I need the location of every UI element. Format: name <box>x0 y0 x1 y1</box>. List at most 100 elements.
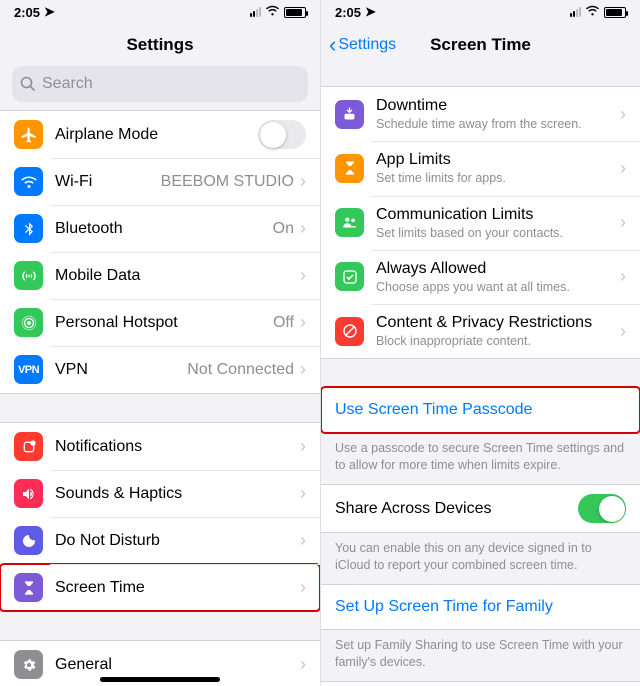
row-title: Always Allowed <box>376 259 620 279</box>
chevron-right-icon: › <box>300 265 306 286</box>
row-title: VPN <box>55 360 187 380</box>
page-title: Screen Time <box>430 35 531 55</box>
share-across-devices-row[interactable]: Share Across Devices <box>321 485 640 532</box>
battery-icon <box>604 7 626 18</box>
row-title: Share Across Devices <box>335 499 578 519</box>
row-title: Content & Privacy Restrictions <box>376 313 620 333</box>
dnd-icon <box>14 526 43 555</box>
mobile-data-row[interactable]: Mobile Data › <box>0 252 320 299</box>
search-icon <box>20 76 36 92</box>
wifi-status-icon <box>585 5 600 19</box>
share-footer: You can enable this on any device signed… <box>321 533 640 584</box>
toggle[interactable] <box>258 120 306 149</box>
personal-hotspot-row[interactable]: Personal HotspotOff› <box>0 299 320 346</box>
passcode-footer: Use a passcode to secure Screen Time set… <box>321 433 640 484</box>
row-subtitle: Schedule time away from the screen. <box>376 116 620 132</box>
status-time: 2:05 <box>14 5 40 20</box>
sounds-haptics-row[interactable]: Sounds & Haptics› <box>0 470 320 517</box>
row-subtitle: Set limits based on your contacts. <box>376 225 620 241</box>
share-toggle[interactable] <box>578 494 626 523</box>
app-limits-row[interactable]: App LimitsSet time limits for apps.› <box>321 141 640 195</box>
cellular-icon <box>570 7 581 17</box>
airplane-icon <box>14 120 43 149</box>
screentime-icon <box>14 573 43 602</box>
status-bar: 2:05 ➤ <box>0 0 320 24</box>
row-title: General <box>55 655 300 675</box>
row-value: Not Connected <box>187 361 294 379</box>
status-time: 2:05 <box>335 5 361 20</box>
chevron-right-icon: › <box>300 436 306 457</box>
chevron-right-icon: › <box>620 321 626 342</box>
chevron-right-icon: › <box>300 218 306 239</box>
bluetooth-icon <box>14 214 43 243</box>
restrict-icon <box>335 317 364 346</box>
settings-screen: 2:05 ➤ Settings Search Airplane Mode Wi-Fi… <box>0 0 320 686</box>
bluetooth-row[interactable]: BluetoothOn› <box>0 205 320 252</box>
chevron-right-icon: › <box>620 212 626 233</box>
screen-time-screen: 2:05 ➤ ‹ Settings Screen Time DowntimeSch… <box>320 0 640 686</box>
downtime-icon <box>335 100 364 129</box>
family-footer: Set up Family Sharing to use Screen Time… <box>321 630 640 681</box>
vpn-row[interactable]: VPNVPNNot Connected› <box>0 346 320 393</box>
battery-icon <box>284 7 306 18</box>
row-title: Use Screen Time Passcode <box>335 400 626 420</box>
row-title: Airplane Mode <box>55 125 258 145</box>
chevron-right-icon: › <box>300 654 306 675</box>
row-subtitle: Set time limits for apps. <box>376 170 620 186</box>
cellular-icon <box>250 7 261 17</box>
use-screen-time-passcode-button[interactable]: Use Screen Time Passcode <box>321 388 640 432</box>
communication-limits-row[interactable]: Communication LimitsSet limits based on … <box>321 196 640 250</box>
sounds-icon <box>14 479 43 508</box>
do-not-disturb-row[interactable]: Do Not Disturb› <box>0 517 320 564</box>
search-input[interactable]: Search <box>12 66 308 102</box>
row-title: Screen Time <box>55 578 300 598</box>
search-placeholder: Search <box>42 75 93 93</box>
wifi-icon <box>14 167 43 196</box>
notifications-row[interactable]: Notifications› <box>0 423 320 470</box>
setup-family-button[interactable]: Set Up Screen Time for Family <box>321 585 640 629</box>
commlimits-icon <box>335 208 364 237</box>
location-icon: ➤ <box>365 4 376 20</box>
home-indicator[interactable] <box>100 677 220 682</box>
row-title: Wi-Fi <box>55 172 161 192</box>
use-passcode-row-group: Use Screen Time Passcode <box>321 387 640 433</box>
content-privacy-restrictions-row[interactable]: Content & Privacy RestrictionsBlock inap… <box>321 304 640 358</box>
antenna-icon <box>14 261 43 290</box>
row-title: Sounds & Haptics <box>55 484 300 504</box>
row-title: Notifications <box>55 437 300 457</box>
hotspot-icon <box>14 308 43 337</box>
row-title: Set Up Screen Time for Family <box>335 597 626 617</box>
screen-time-row[interactable]: Screen Time› <box>0 564 320 611</box>
wifi-status-icon <box>265 5 280 19</box>
row-subtitle: Choose apps you want at all times. <box>376 279 620 295</box>
page-title: Settings <box>126 35 193 55</box>
row-title: Personal Hotspot <box>55 313 273 333</box>
row-title: Do Not Disturb <box>55 531 300 551</box>
chevron-right-icon: › <box>300 577 306 598</box>
row-title: Mobile Data <box>55 266 294 286</box>
chevron-right-icon: › <box>300 483 306 504</box>
row-title: Downtime <box>376 96 620 116</box>
row-subtitle: Block inappropriate content. <box>376 333 620 349</box>
general-icon <box>14 650 43 679</box>
chevron-left-icon: ‹ <box>329 34 336 56</box>
airplane-mode-row[interactable]: Airplane Mode <box>0 111 320 158</box>
chevron-right-icon: › <box>620 158 626 179</box>
nav-bar: Settings <box>0 24 320 66</box>
chevron-right-icon: › <box>300 171 306 192</box>
always-allowed-row[interactable]: Always AllowedChoose apps you want at al… <box>321 250 640 304</box>
back-button[interactable]: ‹ Settings <box>329 34 396 56</box>
wi-fi-row[interactable]: Wi-FiBEEBOM STUDIO› <box>0 158 320 205</box>
chevron-right-icon: › <box>620 266 626 287</box>
turn-off-screen-time-button[interactable]: Turn Off Screen Time <box>321 682 640 686</box>
chevron-right-icon: › <box>300 530 306 551</box>
location-icon: ➤ <box>44 4 55 20</box>
vpn-icon: VPN <box>14 355 43 384</box>
row-value: On <box>273 220 294 238</box>
chevron-right-icon: › <box>300 359 306 380</box>
status-bar: 2:05 ➤ <box>321 0 640 24</box>
downtime-row[interactable]: DowntimeSchedule time away from the scre… <box>321 87 640 141</box>
notifications-icon <box>14 432 43 461</box>
allowed-icon <box>335 262 364 291</box>
applimits-icon <box>335 154 364 183</box>
